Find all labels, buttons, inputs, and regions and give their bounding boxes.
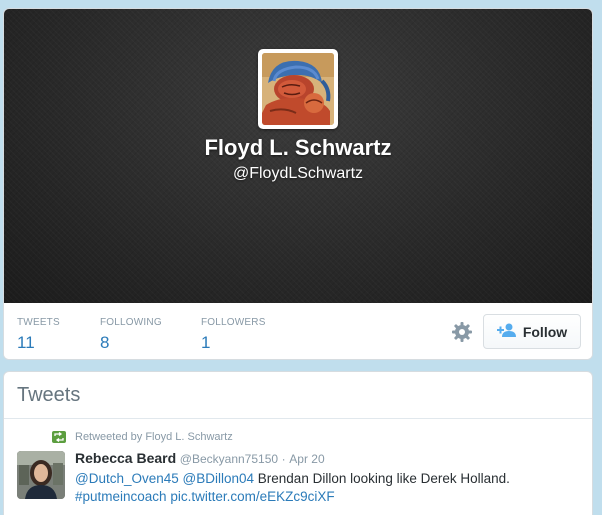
tweet-separator: · xyxy=(281,452,286,466)
tweet-author-avatar[interactable] xyxy=(17,451,65,499)
tweet-text: @Dutch_Oven45 @BDillon04 Brendan Dillon … xyxy=(75,470,575,506)
tweets-card: Tweets Retweeted by Floyd L. Schwartz Re… xyxy=(3,371,593,515)
retweet-label[interactable]: Retweeted by Floyd L. Schwartz xyxy=(75,431,233,443)
stat-following-label: FOLLOWING xyxy=(100,317,162,328)
profile-stats-bar: TWEETS 11 FOLLOWING 8 FOLLOWERS 1 Follow xyxy=(4,303,592,359)
tweets-heading: Tweets xyxy=(17,384,81,406)
stat-tweets-count: 11 xyxy=(17,333,35,352)
tweet-author-handle[interactable]: @Beckyann75150 xyxy=(180,452,278,466)
profile-header: Floyd L. Schwartz @FloydLSchwartz xyxy=(4,9,592,303)
follow-button[interactable]: Follow xyxy=(483,314,581,349)
twitter-profile-page: Floyd L. Schwartz @FloydLSchwartz TWEETS… xyxy=(0,0,602,515)
pic-link[interactable]: pic.twitter.com/eEKZc9ciXF xyxy=(170,489,334,504)
tweet-header: Rebecca Beard @Beckyann75150 · Apr 20 xyxy=(75,450,575,468)
stat-followers-label: FOLLOWERS xyxy=(201,317,266,328)
stat-followers-count: 1 xyxy=(201,333,211,352)
stat-tweets[interactable]: TWEETS 11 xyxy=(17,317,60,353)
stat-followers[interactable]: FOLLOWERS 1 xyxy=(201,317,266,353)
tweet-body: Rebecca Beard @Beckyann75150 · Apr 20 @D… xyxy=(75,450,575,506)
avatar-painting-image xyxy=(262,53,334,125)
stat-tweets-label: TWEETS xyxy=(17,317,60,328)
profile-card: Floyd L. Schwartz @FloydLSchwartz TWEETS… xyxy=(3,8,593,360)
add-user-icon xyxy=(496,323,517,340)
tweet-text-content: Brendan Dillon looking like Derek Hollan… xyxy=(254,471,510,486)
tweet-author-name[interactable]: Rebecca Beard xyxy=(75,450,176,466)
profile-name: Floyd L. Schwartz xyxy=(204,135,392,160)
retweet-icon xyxy=(52,431,66,443)
tweet-timestamp[interactable]: Apr 20 xyxy=(289,452,324,466)
gear-icon[interactable] xyxy=(450,320,474,344)
hashtag-link[interactable]: #putmeincoach xyxy=(75,489,167,504)
retweet-context: Retweeted by Floyd L. Schwartz xyxy=(52,431,233,443)
profile-handle: @FloydLSchwartz xyxy=(232,165,364,182)
follow-button-label: Follow xyxy=(522,323,568,340)
mention-link[interactable]: @BDillon04 xyxy=(183,471,255,486)
stat-following[interactable]: FOLLOWING 8 xyxy=(100,317,162,353)
tweet-item[interactable]: Retweeted by Floyd L. Schwartz Rebecca B… xyxy=(4,419,592,515)
stat-following-count: 8 xyxy=(100,333,110,352)
mention-link[interactable]: @Dutch_Oven45 xyxy=(75,471,179,486)
profile-avatar[interactable] xyxy=(258,49,338,129)
